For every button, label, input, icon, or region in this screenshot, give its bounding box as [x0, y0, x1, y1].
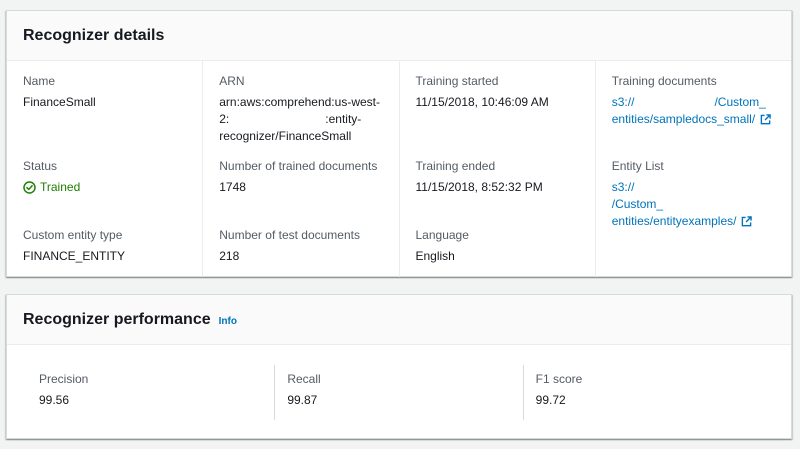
performance-metrics: Precision 99.56 Recall 99.87 F1 score 99…	[7, 345, 791, 438]
recognizer-performance-panel: Recognizer performance Info Precision 99…	[6, 294, 792, 439]
training-documents-link[interactable]: s3:// /Custom_ entities/sampledocs_small/	[612, 94, 781, 130]
language-field: Language English	[416, 227, 585, 265]
custom-entity-type-value: FINANCE_ENTITY	[23, 249, 126, 263]
training-started-label: Training started	[415, 74, 499, 88]
entity-list-path[interactable]: entities/entityexamples/	[612, 214, 737, 228]
arn-line-1: arn:aws:comprehend:us-west-	[219, 95, 380, 109]
training-documents-path[interactable]: entities/sampledocs_small/	[612, 112, 755, 126]
num-trained-docs-label: Number of trained documents	[219, 159, 378, 173]
training-documents-label: Training documents	[611, 74, 717, 88]
check-circle-icon	[23, 181, 36, 194]
recognizer-performance-title: Recognizer performance	[23, 310, 211, 328]
entity-list-field: Entity List s3:// /Custom_ entities/entit…	[612, 158, 781, 232]
entity-list-link-line-1[interactable]: s3:// /Custom_	[612, 179, 781, 213]
info-link[interactable]: Info	[219, 316, 237, 327]
language-label: Language	[415, 228, 469, 242]
recall-label: Recall	[287, 372, 321, 386]
recognizer-details-header: Recognizer details	[7, 11, 791, 61]
num-test-docs-label: Number of test documents	[219, 228, 360, 242]
external-link-icon[interactable]	[760, 113, 771, 130]
precision-value: 99.56	[39, 393, 70, 407]
training-ended-label: Training ended	[415, 159, 496, 173]
details-column-4: Training documents s3:// /Custom_ entitie…	[594, 61, 791, 277]
details-column-3: Training started 11/15/2018, 10:46:09 AM…	[398, 61, 595, 277]
num-test-docs-value: 218	[219, 249, 240, 263]
details-column-2: ARN arn:aws:comprehend:us-west- 2: :entit…	[202, 61, 398, 277]
entity-list-label: Entity List	[611, 159, 664, 173]
arn-label: ARN	[219, 74, 245, 88]
recognizer-performance-header: Recognizer performance Info	[7, 295, 791, 345]
custom-entity-type-field: Custom entity type FINANCE_ENTITY	[23, 227, 192, 265]
external-link-icon[interactable]	[741, 215, 753, 232]
arn-field: ARN arn:aws:comprehend:us-west- 2: :entit…	[219, 73, 388, 145]
num-trained-docs-field: Number of trained documents 1748	[219, 158, 388, 196]
f1-score-metric: F1 score 99.72	[522, 365, 771, 420]
arn-line-2-post: :entity-	[325, 112, 362, 126]
status-label: Status	[23, 159, 58, 173]
entity-list-prefix[interactable]: s3://	[612, 180, 635, 194]
training-documents-link-line-2[interactable]: entities/sampledocs_small/	[612, 111, 781, 130]
arn-line-2: 2: :entity-	[219, 111, 388, 128]
training-documents-link-line-1[interactable]: s3:// /Custom_	[612, 94, 781, 111]
training-ended-value: 11/15/2018, 8:52:32 PM	[415, 180, 543, 194]
recognizer-details-title: Recognizer details	[23, 26, 165, 44]
training-documents-field: Training documents s3:// /Custom_ entitie…	[612, 73, 781, 130]
training-documents-suffix[interactable]: /Custom_	[714, 95, 765, 109]
num-test-docs-field: Number of test documents 218	[219, 227, 388, 265]
f1-score-value: 99.72	[535, 393, 566, 407]
entity-list-link-line-2[interactable]: entities/entityexamples/	[612, 213, 781, 232]
name-value: FinanceSmall	[23, 95, 96, 109]
recall-value: 99.87	[287, 393, 318, 407]
recall-metric: Recall 99.87	[274, 365, 522, 420]
training-started-field: Training started 11/15/2018, 10:46:09 AM	[416, 73, 585, 111]
language-value: English	[415, 249, 455, 263]
recognizer-details-panel: Recognizer details Name FinanceSmall Sta…	[6, 10, 792, 277]
details-column-1: Name FinanceSmall Status Trained Custom …	[7, 61, 202, 277]
entity-list-link[interactable]: s3:// /Custom_ entities/entityexamples/	[612, 179, 781, 232]
status-text: Trained	[40, 180, 81, 194]
training-ended-field: Training ended 11/15/2018, 8:52:32 PM	[416, 158, 585, 196]
num-trained-docs-value: 1748	[219, 180, 246, 194]
recognizer-details-grid: Name FinanceSmall Status Trained Custom …	[7, 61, 791, 277]
name-label: Name	[23, 74, 56, 88]
precision-metric: Precision 99.56	[27, 365, 274, 420]
training-started-value: 11/15/2018, 10:46:09 AM	[415, 95, 549, 109]
training-documents-prefix[interactable]: s3://	[612, 95, 635, 109]
entity-list-suffix[interactable]: /Custom_	[612, 197, 663, 211]
arn-value: arn:aws:comprehend:us-west- 2: :entity- r…	[219, 94, 388, 145]
status-field: Status Trained	[23, 158, 192, 196]
precision-label: Precision	[39, 372, 89, 386]
arn-line-3: recognizer/FinanceSmall	[219, 129, 352, 143]
status-value: Trained	[23, 179, 192, 196]
custom-entity-type-label: Custom entity type	[23, 228, 123, 242]
name-field: Name FinanceSmall	[23, 73, 192, 111]
arn-line-2-pre: 2:	[219, 112, 230, 126]
f1-score-label: F1 score	[535, 372, 583, 386]
